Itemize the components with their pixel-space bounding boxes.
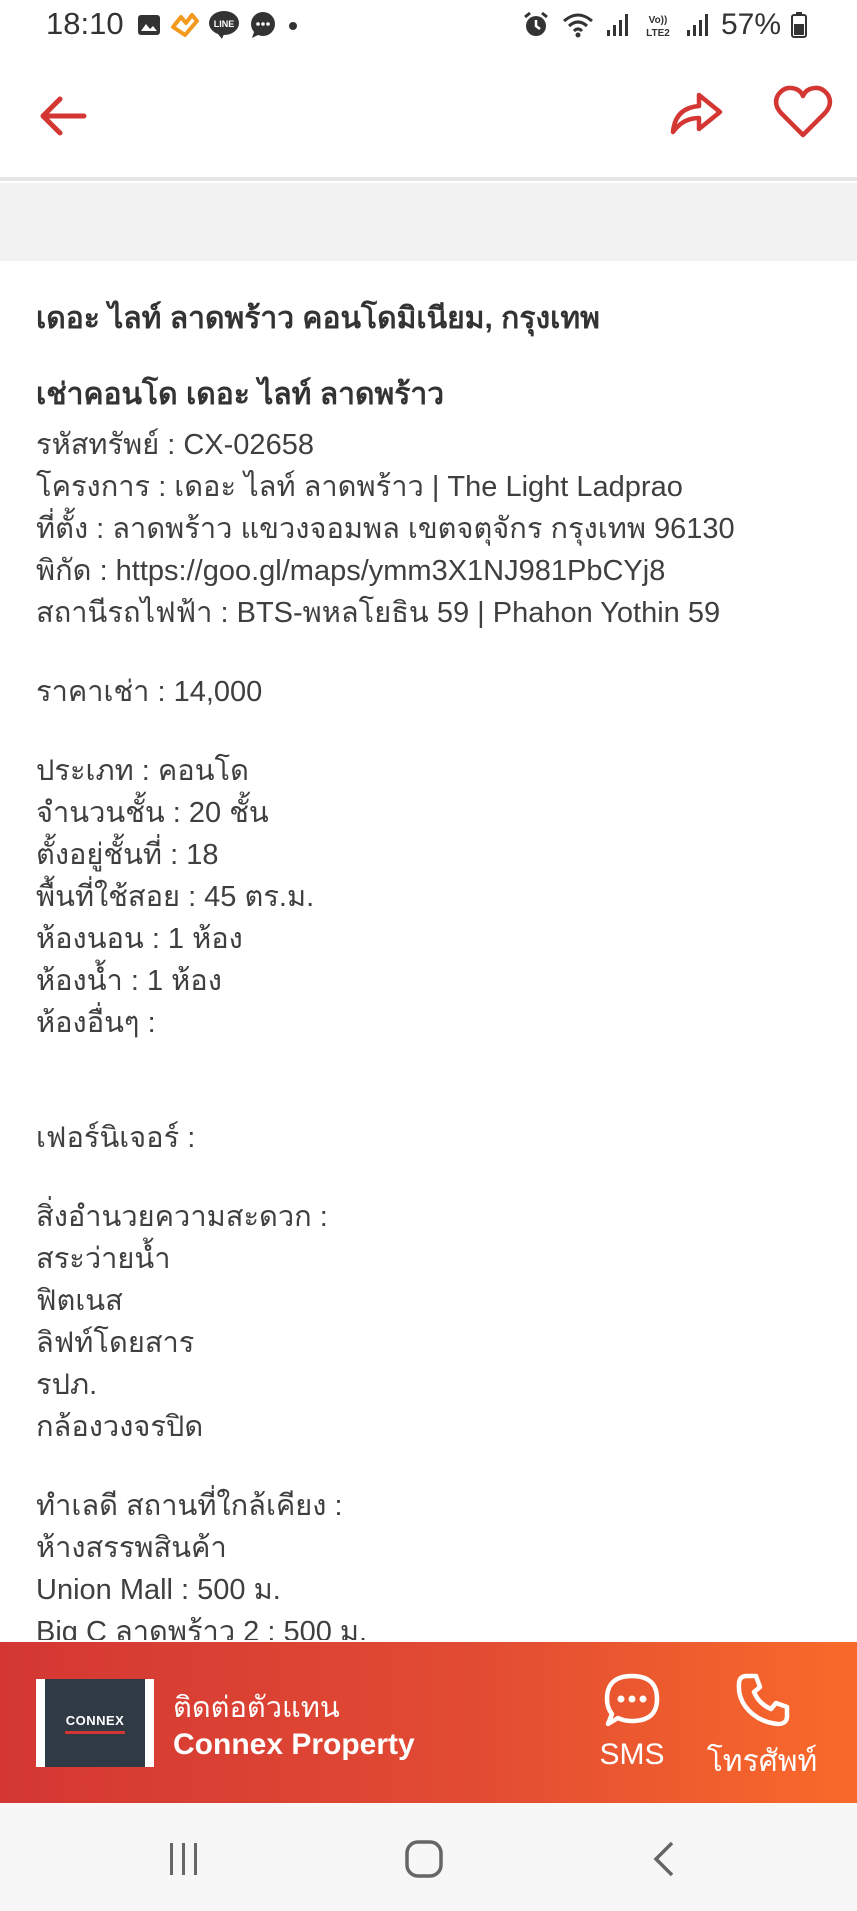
sms-icon (604, 1673, 660, 1727)
list-item: สระว่ายน้ำ (36, 1243, 171, 1275)
battery-icon (791, 12, 807, 38)
facilities-heading: สิ่งอำนวยความสะดวก : (36, 1201, 328, 1233)
call-button[interactable]: โทรศัพท์ (692, 1672, 832, 1782)
chat-icon (251, 12, 275, 38)
call-label: โทรศัพท์ (706, 1745, 818, 1778)
heart-icon (773, 85, 833, 138)
svg-text:Vo)): Vo)) (649, 15, 668, 26)
phone-icon (736, 1673, 790, 1727)
listing-subtitle: เช่าคอนโด เดอะ ไลท์ ลาดพร้าว (36, 378, 445, 411)
status-icons-right: Vo)) LTE2 57% (521, 8, 807, 42)
app-bar (0, 52, 857, 178)
back-icon[interactable] (650, 1839, 680, 1879)
share-button[interactable] (665, 82, 725, 142)
contact-bar: CONNEX ติดต่อตัวแทน Connex Property SMS … (0, 1642, 857, 1803)
spec-line: จำนวนชั้น : 20 ชั้น (36, 797, 269, 829)
status-icons-left: LINE (136, 10, 300, 40)
app-notification-icon (171, 13, 199, 37)
specs-list: ประเภท : คอนโด จำนวนชั้น : 20 ชั้น ตั้งอ… (36, 750, 836, 1044)
svg-text:LINE: LINE (214, 19, 235, 29)
dot-icon (289, 22, 297, 30)
status-bar: 18:10 LINE Vo)) LTE2 57% (0, 0, 857, 52)
details-list: รหัสทรัพย์ : CX-02658 โครงการ : เดอะ ไลท… (36, 424, 836, 634)
detail-line: สถานีรถไฟฟ้า : BTS-พหลโยธิน 59 | Phahon … (36, 597, 721, 629)
battery-percentage: 57% (720, 8, 781, 41)
list-item: รปภ. (36, 1369, 98, 1401)
detail-line: ที่ตั้ง : ลาดพร้าว แขวงจอมพล เขตจตุจักร … (36, 513, 735, 545)
furniture-heading: เฟอร์นิเจอร์ : (36, 1122, 196, 1154)
arrow-left-icon (40, 96, 87, 136)
detail-line: รหัสทรัพย์ : CX-02658 (36, 429, 314, 461)
signal-icon (606, 14, 628, 36)
signal-icon (686, 14, 708, 36)
nearby-list: ห้างสรรพสินค้า Union Mall : 500 ม. Big C… (36, 1527, 836, 1640)
list-item: ฟิตเนส (36, 1285, 123, 1317)
alarm-icon (524, 11, 548, 36)
spec-line: พื้นที่ใช้สอย : 45 ตร.ม. (36, 881, 315, 913)
spec-line: ตั้งอยู่ชั้นที่ : 18 (36, 839, 219, 871)
list-item: ลิฟท์โดยสาร (36, 1327, 195, 1359)
rent-price: ราคาเช่า : 14,000 (36, 676, 263, 708)
favorite-button[interactable] (772, 82, 834, 142)
status-time: 18:10 (46, 6, 124, 41)
facilities-list: สระว่ายน้ำ ฟิตเนส ลิฟท์โดยสาร รปภ. กล้อง… (36, 1238, 836, 1448)
list-item: Big C ลาดพร้าว 2 : 500 ม. (36, 1616, 368, 1640)
system-nav-bar (0, 1803, 857, 1911)
logo-badge: CONNEX (45, 1679, 145, 1767)
agent-name[interactable]: Connex Property (173, 1728, 415, 1762)
home-icon[interactable] (404, 1839, 444, 1879)
gray-band (0, 183, 857, 261)
recents-icon[interactable] (164, 1841, 204, 1877)
sms-button[interactable]: SMS (590, 1672, 674, 1782)
svg-text:LTE2: LTE2 (646, 28, 670, 39)
spec-line: ประเภท : คอนโด (36, 755, 249, 787)
spec-line: ห้องน้ำ : 1 ห้อง (36, 965, 222, 997)
share-icon (670, 92, 723, 135)
volte-icon: Vo)) LTE2 (646, 15, 670, 39)
contact-agent-caption: ติดต่อตัวแทน (173, 1692, 340, 1724)
list-item: กล้องวงจรปิด (36, 1411, 204, 1443)
list-item: ห้างสรรพสินค้า (36, 1532, 227, 1564)
back-button[interactable] (34, 86, 94, 146)
app-bar-divider (0, 177, 857, 181)
spec-line: ห้องนอน : 1 ห้อง (36, 923, 243, 955)
listing-title: เดอะ ไลท์ ลาดพร้าว คอนโดมิเนียม, กรุงเทพ (36, 302, 600, 335)
logo-text: CONNEX (65, 1712, 125, 1728)
map-link[interactable]: พิกัด : https://goo.gl/maps/ymm3X1NJ981P… (36, 550, 836, 592)
logo-underline (65, 1730, 125, 1734)
sms-label: SMS (599, 1738, 665, 1771)
detail-line: โครงการ : เดอะ ไลท์ ลาดพร้าว | The Light… (36, 471, 683, 503)
nearby-heading: ทำเลดี สถานที่ใกล้เคียง : (36, 1490, 343, 1522)
line-icon: LINE (209, 11, 239, 39)
gallery-icon (138, 15, 160, 35)
listing-content: เดอะ ไลท์ ลาดพร้าว คอนโดมิเนียม, กรุงเทพ… (36, 290, 836, 1640)
wifi-icon (562, 13, 593, 38)
spec-line: ห้องอื่นๆ : (36, 1007, 156, 1039)
agent-logo[interactable]: CONNEX (36, 1679, 154, 1767)
list-item: Union Mall : 500 ม. (36, 1574, 281, 1606)
